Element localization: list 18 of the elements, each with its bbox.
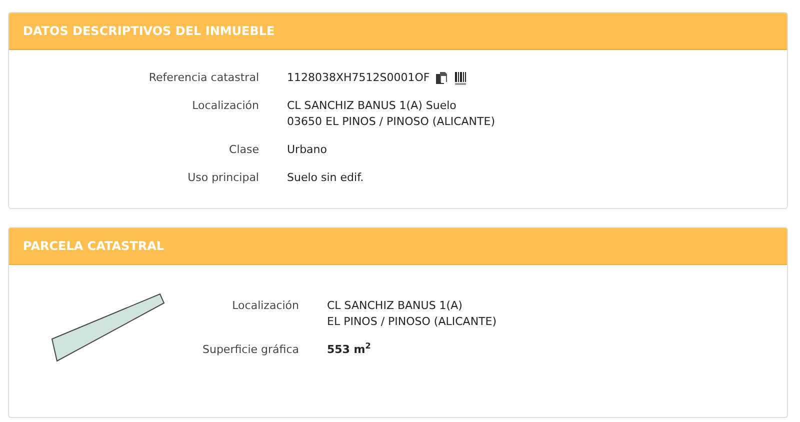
field-value: EL PINOS / PINOSO (ALICANTE)	[327, 314, 497, 330]
field-value: 03650 EL PINOS / PINOSO (ALICANTE)	[287, 114, 495, 130]
field-value: CL SANCHIZ BANUS 1(A) Suelo	[287, 98, 458, 114]
field-label: Clase	[228, 142, 259, 158]
field-value: 1128038XH7512S0001OF	[287, 70, 430, 86]
barcode-icon[interactable]	[454, 72, 466, 84]
section-header: DATOS DESCRIPTIVOS DEL INMUEBLE	[9, 13, 787, 50]
field-label: Localización	[231, 298, 299, 314]
field-label: Superficie gráfica	[202, 342, 299, 358]
field-value: 553 m$^{2}$	[327, 342, 372, 358]
section-header: PARCELA CATASTRAL	[9, 228, 787, 265]
field-value: CL SANCHIZ BANUS 1(A)	[327, 298, 464, 314]
field-label: Uso principal	[186, 170, 259, 186]
field-label: Localización	[191, 98, 259, 114]
field-value: Suelo sin edif.	[287, 170, 365, 186]
field-value: Urbano	[287, 142, 328, 158]
copy-icon[interactable]	[436, 72, 447, 84]
field-label: Referencia catastral	[148, 70, 259, 86]
